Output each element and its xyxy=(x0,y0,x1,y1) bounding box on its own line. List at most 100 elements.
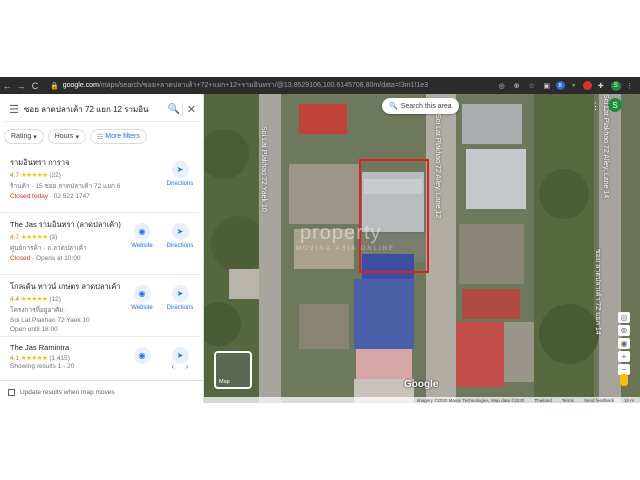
directions-icon: ➤ xyxy=(171,161,189,178)
map-controls: ◎ ⊛ ◉ + − xyxy=(618,312,630,377)
satellite-map[interactable]: 🔍 Search this area ⋮⋮ S Soi Lat Plakhao … xyxy=(204,94,640,403)
watermark-subtext: MOVING ASIA ONLINE xyxy=(296,246,396,252)
map-layer-toggle[interactable]: Map xyxy=(214,351,252,389)
globe-icon: ◉ xyxy=(133,285,151,302)
my-location-icon[interactable]: ◉ xyxy=(618,338,630,349)
closed-label: Closed today xyxy=(10,193,48,200)
map-footer: Imagery ©2020 Maxar Technologies, Map da… xyxy=(204,397,640,403)
prev-page-icon[interactable]: ‹ xyxy=(166,362,180,371)
extension-green-icon[interactable]: ● xyxy=(568,80,580,92)
directions-icon: ➤ xyxy=(171,285,189,302)
list-item[interactable]: The Jas Ramintra 4.1 ★★★★★ (1,415) ◉ ➤ xyxy=(0,337,200,381)
imagery-attribution: Imagery ©2020 Maxar Technologies, Map da… xyxy=(416,397,525,403)
layer-label: Map xyxy=(219,379,230,385)
road-label: Soi Lat Plakhao 72 Alley, Lane 14 xyxy=(602,94,609,199)
extension-blue-icon[interactable]: B xyxy=(555,81,565,90)
terms-link[interactable]: Terms xyxy=(562,398,574,403)
url-host: google.com xyxy=(62,82,99,89)
search-input[interactable]: ซอย ลาดปลาเค้า 72 แยก 12 รามอิน xyxy=(24,103,166,116)
rating-filter-label: Rating xyxy=(11,133,32,140)
map-imagery xyxy=(204,94,640,403)
list-item[interactable]: The Jas รามอินทรา (ลาดปลาเค้า) 4.7 ★★★★★… xyxy=(0,213,200,275)
update-checkbox[interactable] xyxy=(8,388,15,396)
status-detail: · Opens at 10:00 xyxy=(30,255,81,262)
search-this-area-button[interactable]: 🔍 Search this area xyxy=(382,98,459,114)
pegman-icon[interactable] xyxy=(620,374,628,386)
chevron-down-icon: ▾ xyxy=(75,133,79,141)
close-icon[interactable]: ✕ xyxy=(182,103,200,116)
extension-red-icon[interactable] xyxy=(582,81,592,90)
list-item[interactable]: โกลเด้น ทาวน์ เกษตร ลาดปลาเค้า 4.4 ★★★★★… xyxy=(0,275,200,337)
more-filters-button[interactable]: ☷ More filters xyxy=(89,129,147,144)
directions-icon: ➤ xyxy=(171,223,189,240)
screenshot: ← → C 🔒 google.com/maps/search/ซอย+ลาดปล… xyxy=(0,77,640,403)
directions-label: Directions xyxy=(166,181,194,187)
watermark-text: property xyxy=(300,222,382,244)
place-status: Closed today · 02 522 1747 xyxy=(10,193,200,200)
extensions-puzzle-icon[interactable]: ✚ xyxy=(595,80,607,92)
road-label: Soi Lat Plakhao 72 Alley, Lane 12 xyxy=(434,114,441,219)
directions-button[interactable]: ➤ Directions xyxy=(164,285,196,311)
google-logo: Google xyxy=(404,379,439,390)
rating-filter[interactable]: Rating ▾ xyxy=(4,129,44,144)
forward-icon[interactable]: → xyxy=(14,81,28,91)
browser-menu-icon[interactable]: ⋮ xyxy=(624,80,636,92)
filter-icon: ☷ xyxy=(96,133,104,141)
next-page-icon[interactable]: › xyxy=(180,362,194,371)
star-icons: ★★★★★ xyxy=(20,355,48,362)
bookmark-star-icon[interactable]: ☆ xyxy=(526,80,538,92)
extension-dark-icon[interactable]: ▣ xyxy=(541,80,553,92)
list-item[interactable]: รามอินทรา การาจ 4.7 ★★★★★ (22) ร้านค้า ·… xyxy=(0,151,200,213)
review-count: (3) xyxy=(49,234,58,241)
chevron-down-icon: ▾ xyxy=(33,133,37,141)
website-label: Website xyxy=(131,243,153,249)
results-list: รามอินทรา การาจ 4.7 ★★★★★ (22) ร้านค้า ·… xyxy=(0,151,200,381)
zoom-icon[interactable]: ⊕ xyxy=(511,80,523,92)
rating-value: 4.4 xyxy=(10,296,20,303)
location-icon[interactable]: ◎ xyxy=(496,80,508,92)
search-icon[interactable]: 🔍 xyxy=(166,104,182,115)
region-label[interactable]: Thailand xyxy=(534,398,551,403)
search-box[interactable]: ☰ ซอย ลาดปลาเค้า 72 แยก 12 รามอิน 🔍 ✕ xyxy=(4,98,200,122)
place-address: Soi Lat Plakhao 72 Yaek 10 xyxy=(10,317,90,324)
search-this-area-label: Search this area xyxy=(400,102,452,110)
menu-icon[interactable]: ☰ xyxy=(4,103,24,116)
star-icons: ★★★★★ xyxy=(20,296,48,303)
reload-icon[interactable]: C xyxy=(28,81,42,91)
website-button[interactable]: ◉ Website xyxy=(126,223,158,249)
rating-value: 4.7 xyxy=(10,234,20,241)
back-icon[interactable]: ← xyxy=(0,81,14,91)
results-pager: Showing results 1 - 20 ‹ › xyxy=(10,362,194,371)
directions-label: Directions xyxy=(166,305,194,311)
globe-icon[interactable]: ⊛ xyxy=(618,325,630,336)
hours-filter[interactable]: Hours ▾ xyxy=(47,129,86,144)
feedback-link[interactable]: Send feedback xyxy=(584,398,614,403)
results-count: Showing results 1 - 20 xyxy=(10,363,75,370)
place-status: Closed · Opens at 10:00 xyxy=(10,255,200,262)
browser-toolbar: ← → C 🔒 google.com/maps/search/ซอย+ลาดปล… xyxy=(0,77,640,94)
rating-value: 4.1 xyxy=(10,355,20,362)
review-count: (1,415) xyxy=(49,355,70,362)
road-label: ซอย ลาดปลาเค้า 72 แยก 14 xyxy=(594,249,601,335)
star-icons: ★★★★★ xyxy=(20,172,48,179)
address-bar[interactable]: google.com/maps/search/ซอย+ลาดปลาเค้า+72… xyxy=(63,80,493,91)
scale-label[interactable]: 10 m xyxy=(624,398,634,403)
status-detail: · 02 522 1747 xyxy=(47,193,90,200)
directions-button[interactable]: ➤ Directions xyxy=(164,161,196,187)
url-path: /maps/search/ซอย+ลาดปลาเค้า+72+แยก+12+รา… xyxy=(98,82,429,89)
review-count: (22) xyxy=(49,172,61,179)
directions-button[interactable]: ➤ Directions xyxy=(164,223,196,249)
review-count: (12) xyxy=(49,296,61,303)
update-results-toggle[interactable]: Update results when map moves xyxy=(0,380,204,403)
browser-profile-avatar[interactable]: S xyxy=(610,80,621,91)
closed-label: Closed xyxy=(10,255,31,262)
status-detail: Open until 18:00 xyxy=(10,326,58,333)
zoom-in-button[interactable]: + xyxy=(618,351,630,362)
globe-icon: ◉ xyxy=(133,223,151,240)
compass-icon[interactable]: ◎ xyxy=(618,312,630,323)
directions-label: Directions xyxy=(166,243,194,249)
place-actions: ◉ Website ➤ Directions xyxy=(126,223,196,249)
account-avatar[interactable]: S xyxy=(608,98,622,112)
hours-filter-label: Hours xyxy=(54,133,74,140)
website-button[interactable]: ◉ Website xyxy=(126,285,158,311)
